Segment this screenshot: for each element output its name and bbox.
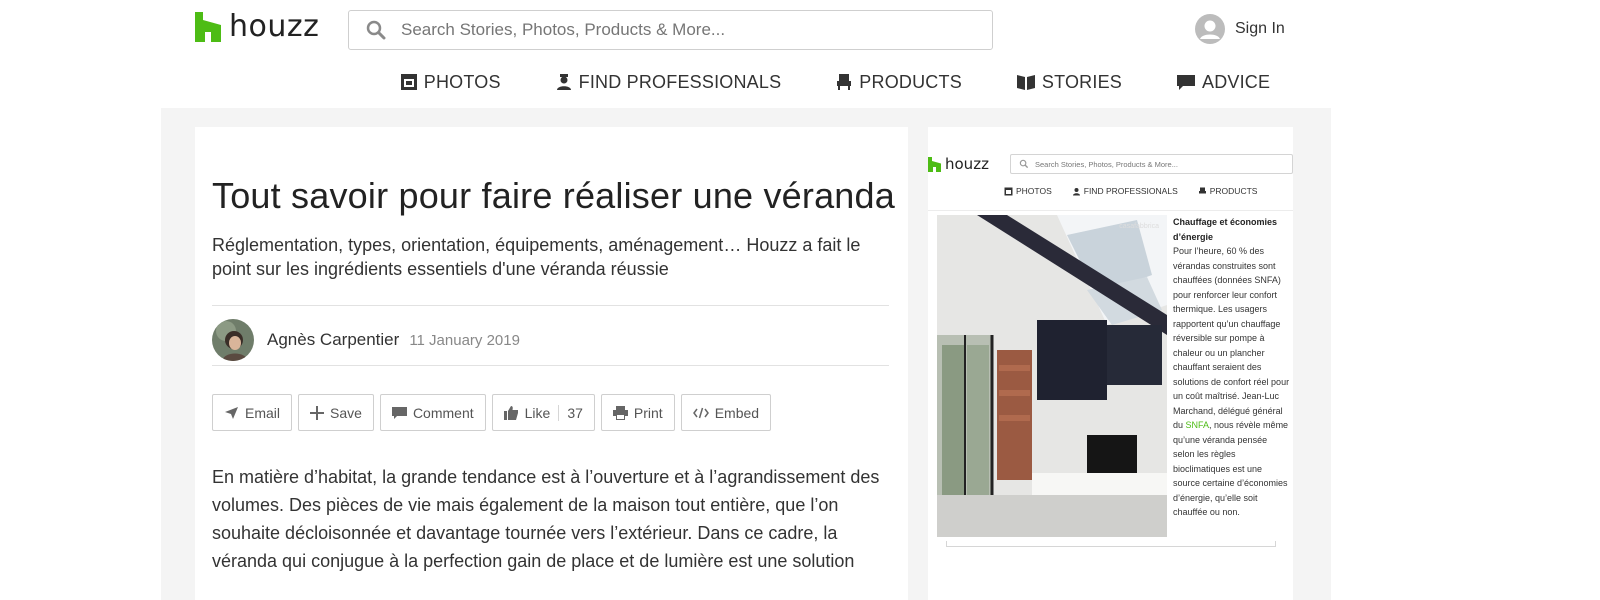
nav-products-label: PRODUCTS [859,71,962,92]
embed-button[interactable]: Embed [680,394,772,431]
preview-houzz-logo-icon [928,156,941,172]
author-row: Agnès Carpentier 11 January 2019 [212,319,520,361]
preview-nav: PHOTOS FIND PROFESSIONALS PRODUCTS [1004,186,1277,196]
search-input[interactable] [401,20,961,40]
nav-stories-label: STORIES [1041,71,1122,92]
save-label: Save [330,404,362,421]
preview-search-icon [1019,159,1029,169]
preview-bottom-frame [946,541,1276,547]
nav-find-professionals-label: FIND PROFESSIONALS [578,71,782,92]
logo-text: houzz [229,9,320,44]
site-header: houzz Sign In PHOTOS [0,0,1600,108]
printer-icon [612,405,628,420]
author-photo [212,319,254,361]
search-icon [366,20,386,40]
preview-professional-icon [1072,187,1080,195]
nav-photos[interactable]: PHOTOS [400,66,501,98]
like-label: Like [524,404,551,421]
preview-nav-products-label: PRODUCTS [1209,186,1258,196]
photo-credit: casafabbrica [1119,223,1159,230]
chair-icon [837,74,852,90]
divider-bottom [212,365,889,366]
preview-logo: houzz [928,155,989,173]
save-button[interactable]: Save [298,394,374,431]
preview-text-part-2: , nous révèle même qu’une véranda pensée… [1173,420,1289,517]
preview-heading: Chauffage et économies d’énergie [1173,217,1278,242]
article-body: En matière d’habitat, la grande tendance… [212,467,880,571]
nav-find-professionals[interactable]: FIND PROFESSIONALS [555,66,782,98]
embed-preview-card[interactable]: houzz Search Stories, Photos, Products &… [928,127,1293,600]
comment-label: Comment [412,404,474,421]
author-avatar[interactable] [212,319,254,361]
preview-text-part-1: Pour l’heure, 60 % des vérandas construi… [1173,246,1290,430]
professional-icon [556,74,571,90]
preview-header: houzz Search Stories, Photos, Products &… [928,154,1293,206]
article-subtitle: Réglementation, types, orientation, équi… [212,235,861,279]
book-icon [1016,75,1035,90]
email-label: Email [245,404,281,421]
sign-in-label: Sign In [1235,20,1285,37]
nav-advice-label: ADVICE [1202,71,1271,92]
author-name[interactable]: Agnès Carpentier [267,330,399,350]
like-button[interactable]: Like 37 [491,394,595,431]
preview-nav-find-professionals: FIND PROFESSIONALS [1072,186,1178,196]
houzz-logo[interactable]: houzz [195,10,319,44]
preview-search-bar: Search Stories, Photos, Products & More.… [1010,154,1293,174]
preview-search-placeholder: Search Stories, Photos, Products & More.… [1035,159,1178,169]
publish-date: 11 January 2019 [409,331,520,349]
veranda-photo: casafabbrica [937,215,1167,537]
preview-nav-photos: PHOTOS [1004,186,1052,196]
preview-photos-icon [1004,187,1013,195]
preview-logo-text: houzz [945,155,989,173]
chat-icon [1177,75,1195,90]
divider-top [212,305,889,306]
nav-photos-label: PHOTOS [423,71,501,92]
preview-chair-icon [1198,187,1206,193]
preview-nav-products: PRODUCTS [1198,186,1258,196]
sign-in-link[interactable]: Sign In [1195,14,1285,44]
nav-advice[interactable]: ADVICE [1176,66,1270,98]
article-actions: Email Save Comment Like 37 Print Embed [212,394,777,431]
houzz-logo-icon [195,12,221,42]
preview-nav-find-professionals-label: FIND PROFESSIONALS [1083,186,1178,196]
print-label: Print [633,404,663,421]
email-button[interactable]: Email [212,394,293,431]
thumbs-up-icon [503,406,518,420]
article-card: Tout savoir pour faire réaliser une véra… [195,127,908,600]
code-icon [692,407,709,418]
comment-icon [391,406,407,419]
nav-stories[interactable]: STORIES [1016,66,1122,98]
main-nav: PHOTOS FIND PROFESSIONALS PRODUCTS STORI… [0,66,1600,98]
user-avatar-icon [1195,14,1225,44]
preview-content: casafabbrica Chauffage et économies d’én… [928,210,1293,570]
like-count: 37 [558,404,583,421]
preview-nav-photos-label: PHOTOS [1016,186,1052,196]
preview-text: Pour l’heure, 60 % des vérandas construi… [1173,244,1291,520]
veranda-illustration [937,215,1167,537]
search-bar[interactable] [348,10,993,50]
plus-icon [310,405,325,420]
comment-button[interactable]: Comment [379,394,486,431]
snfa-link[interactable]: SNFA [1186,420,1210,430]
article-title: Tout savoir pour faire réaliser une véra… [212,175,895,216]
nav-products[interactable]: PRODUCTS [835,66,962,98]
photos-icon [400,74,417,90]
paper-plane-icon [225,406,238,419]
print-button[interactable]: Print [600,394,675,431]
embed-label: Embed [714,404,760,421]
